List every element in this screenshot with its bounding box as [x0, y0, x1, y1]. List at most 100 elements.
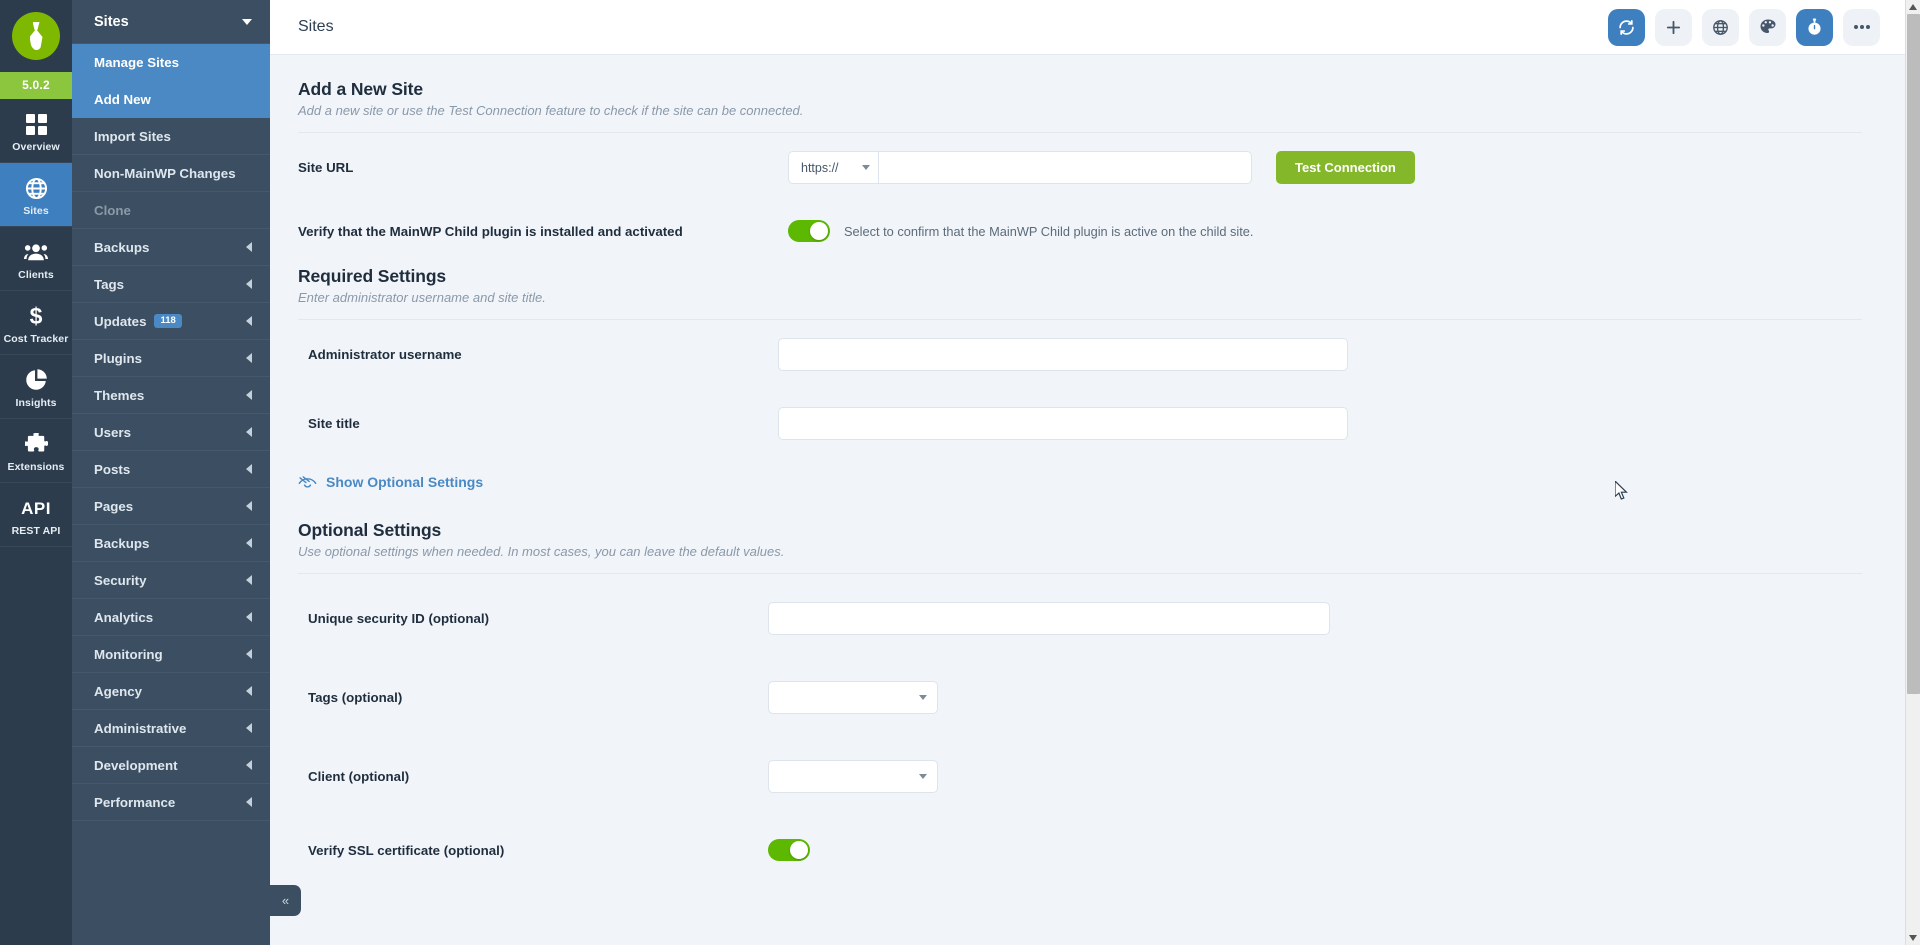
users-icon — [24, 240, 48, 264]
nav-item-users[interactable]: Users — [72, 414, 270, 451]
nav-item-analytics[interactable]: Analytics — [72, 599, 270, 636]
nav-item-pages[interactable]: Pages — [72, 488, 270, 525]
rail-item-rest-api[interactable]: API REST API — [0, 483, 72, 547]
rail-label-cost-tracker: Cost Tracker — [3, 333, 69, 345]
rail-item-extensions[interactable]: Extensions — [0, 419, 72, 483]
scroll-up-arrow-icon[interactable] — [1909, 4, 1917, 10]
rail-label-overview: Overview — [12, 141, 60, 153]
nav-item-label: Themes — [94, 387, 145, 403]
tags-select[interactable] — [768, 681, 938, 714]
rail-item-overview[interactable]: Overview — [0, 99, 72, 163]
nav-item-label-wrap: Administrative — [94, 721, 186, 736]
client-select[interactable] — [768, 760, 938, 793]
show-optional-settings-link[interactable]: Show Optional Settings — [298, 458, 1862, 498]
nav-item-label-wrap: Updates 118 — [94, 314, 182, 329]
nav-item-label-wrap: Plugins — [94, 351, 142, 366]
unique-security-id-label: Unique security ID (optional) — [308, 611, 489, 626]
chevron-left-icon — [246, 353, 252, 363]
admin-username-label: Administrator username — [308, 347, 462, 362]
unique-security-id-input[interactable] — [768, 602, 1330, 635]
nav-item-label: Import Sites — [94, 128, 171, 144]
chevron-down-icon — [862, 165, 870, 170]
main-area: Sites Add a New Site Add a new site or u… — [270, 0, 1920, 945]
scroll-down-arrow-icon[interactable] — [1909, 935, 1917, 941]
nav-item-label: Development — [94, 757, 178, 773]
nav-header[interactable]: Sites — [72, 0, 270, 44]
nav-menu: Sites Manage Sites Add New Import Sites Non… — [72, 0, 301, 945]
nav-item-development[interactable]: Development — [72, 747, 270, 784]
rail-label-sites: Sites — [23, 205, 49, 217]
nav-item-label-wrap: Add New — [94, 92, 151, 107]
refresh-icon — [1618, 19, 1635, 36]
scrollbar-thumb[interactable] — [1907, 14, 1920, 694]
nav-item-updates[interactable]: Updates 118 — [72, 303, 270, 340]
nav-item-label-wrap: Backups — [94, 536, 149, 551]
svg-text:$: $ — [30, 304, 43, 328]
timer-button[interactable] — [1796, 8, 1833, 46]
globe-icon — [25, 176, 48, 200]
nav-item-manage-sites[interactable]: Manage Sites — [72, 44, 270, 81]
field-row-admin-username: Administrator username — [298, 320, 1862, 389]
nav-item-security[interactable]: Security — [72, 562, 270, 599]
rail-item-clients[interactable]: Clients — [0, 227, 72, 291]
site-title-input[interactable] — [778, 407, 1348, 440]
field-row-site-url: Site URL https:// Test Connection — [298, 133, 1862, 202]
rail-label-clients: Clients — [18, 269, 54, 281]
nav-item-themes[interactable]: Themes — [72, 377, 270, 414]
site-url-input[interactable] — [878, 151, 1252, 184]
nav-item-tags[interactable]: Tags — [72, 266, 270, 303]
vertical-scrollbar[interactable] — [1905, 0, 1920, 945]
nav-item-label: Monitoring — [94, 646, 163, 662]
protocol-select[interactable]: https:// — [788, 151, 878, 184]
sidebar-collapse-button[interactable]: « — [270, 885, 301, 916]
nav-item-label-wrap: Analytics — [94, 610, 153, 625]
nav-item-label-wrap: Security — [94, 573, 146, 588]
nav-item-agency[interactable]: Agency — [72, 673, 270, 710]
chevron-left-icon — [246, 242, 252, 252]
nav-item-label-wrap: Manage Sites — [94, 55, 179, 70]
nav-item-label-wrap: Import Sites — [94, 129, 171, 144]
nav-item-import-sites[interactable]: Import Sites — [72, 118, 270, 155]
page-title: Sites — [298, 18, 334, 35]
ellipsis-icon — [1853, 24, 1871, 30]
nav-item-add-new[interactable]: Add New — [72, 81, 270, 118]
nav-item-plugins[interactable]: Plugins — [72, 340, 270, 377]
nav-item-label: Pages — [94, 498, 134, 514]
add-button[interactable] — [1655, 8, 1692, 46]
nav-item-label: Performance — [94, 794, 176, 810]
client-label: Client (optional) — [308, 769, 410, 784]
nav-item-label: Backups — [94, 535, 150, 551]
mainwp-tie-logo-icon — [12, 12, 60, 60]
optional-settings-title: Optional Settings — [298, 520, 442, 540]
test-connection-button[interactable]: Test Connection — [1276, 151, 1415, 184]
chevron-left-icon — [246, 538, 252, 548]
chevron-left-icon — [246, 316, 252, 326]
verify-child-plugin-help: Select to confirm that the MainWP Child … — [844, 223, 1254, 239]
refresh-button[interactable] — [1608, 8, 1645, 46]
admin-username-input[interactable] — [778, 338, 1348, 371]
required-settings-title: Required Settings — [298, 266, 447, 286]
nav-item-monitoring[interactable]: Monitoring — [72, 636, 270, 673]
nav-item-backups[interactable]: Backups — [72, 229, 270, 266]
rail-item-insights[interactable]: Insights — [0, 355, 72, 419]
eye-slash-icon — [298, 474, 317, 490]
nav-item-backups[interactable]: Backups — [72, 525, 270, 562]
verify-child-plugin-toggle[interactable] — [788, 220, 830, 242]
nav-item-non-mainwp-changes[interactable]: Non-MainWP Changes — [72, 155, 270, 192]
brand-logo[interactable] — [0, 0, 72, 72]
verify-ssl-toggle[interactable] — [768, 839, 810, 861]
nav-item-performance[interactable]: Performance — [72, 784, 270, 821]
nav-item-administrative[interactable]: Administrative — [72, 710, 270, 747]
palette-button[interactable] — [1749, 8, 1786, 46]
dollar-icon: $ — [28, 304, 44, 328]
rail-item-cost-tracker[interactable]: $ Cost Tracker — [0, 291, 72, 355]
rail-item-sites[interactable]: Sites — [0, 163, 72, 227]
nav-item-label: Add New — [94, 91, 151, 107]
tags-label: Tags (optional) — [308, 690, 403, 705]
section-optional-settings: Optional Settings Use optional settings … — [270, 498, 1890, 879]
globe-button[interactable] — [1702, 8, 1739, 46]
nav-item-posts[interactable]: Posts — [72, 451, 270, 488]
grid-icon — [25, 112, 47, 136]
more-button[interactable] — [1843, 8, 1880, 46]
site-url-group: https:// — [788, 151, 1252, 184]
